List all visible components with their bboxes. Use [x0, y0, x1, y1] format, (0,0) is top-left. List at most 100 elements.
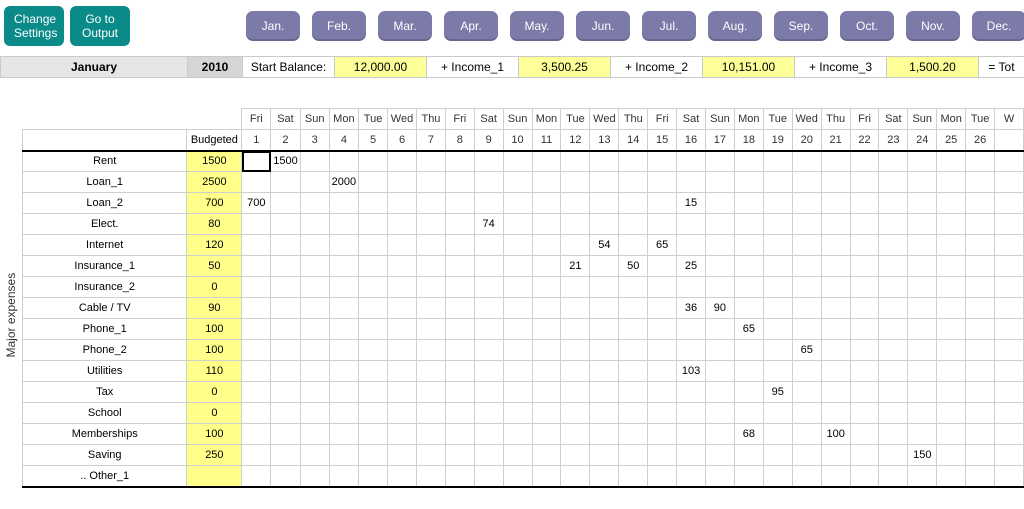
grid-cell[interactable] [792, 466, 821, 487]
grid-cell[interactable] [937, 256, 966, 277]
grid-cell[interactable] [677, 151, 706, 172]
grid-cell[interactable] [648, 445, 677, 466]
grid-cell[interactable] [417, 298, 446, 319]
grid-cell[interactable] [271, 172, 300, 193]
grid-cell[interactable] [474, 172, 503, 193]
grid-cell[interactable] [329, 340, 358, 361]
grid-cell[interactable] [359, 193, 388, 214]
grid-cell[interactable] [532, 172, 561, 193]
grid-cell[interactable] [445, 424, 474, 445]
grid-cell[interactable] [561, 403, 590, 424]
grid-cell[interactable] [648, 193, 677, 214]
grid-cell[interactable] [995, 319, 1024, 340]
grid-cell[interactable] [561, 319, 590, 340]
grid-cell[interactable] [619, 277, 648, 298]
grid-cell[interactable] [734, 214, 763, 235]
grid-cell[interactable] [966, 214, 995, 235]
grid-cell[interactable] [734, 298, 763, 319]
grid-cell[interactable] [648, 214, 677, 235]
grid-cell[interactable]: 90 [705, 298, 734, 319]
grid-cell[interactable] [242, 340, 271, 361]
grid-cell[interactable] [705, 235, 734, 256]
grid-cell[interactable] [445, 340, 474, 361]
grid-cell[interactable] [532, 319, 561, 340]
grid-cell[interactable] [561, 424, 590, 445]
grid-cell[interactable] [734, 256, 763, 277]
month-tab-mar[interactable]: Mar. [378, 11, 432, 41]
grid-cell[interactable] [474, 235, 503, 256]
grid-cell[interactable] [474, 277, 503, 298]
go-to-output-button[interactable]: Go toOutput [70, 6, 130, 46]
grid-cell[interactable] [329, 319, 358, 340]
grid-cell[interactable] [966, 193, 995, 214]
grid-cell[interactable] [937, 361, 966, 382]
grid-cell[interactable] [474, 382, 503, 403]
grid-cell[interactable] [648, 277, 677, 298]
grid-cell[interactable] [879, 277, 908, 298]
grid-cell[interactable] [705, 277, 734, 298]
grid-cell[interactable] [792, 382, 821, 403]
grid-cell[interactable] [705, 340, 734, 361]
grid-cell[interactable] [966, 319, 995, 340]
grid-cell[interactable] [821, 403, 850, 424]
grid-cell[interactable]: 65 [792, 340, 821, 361]
grid-cell[interactable] [763, 340, 792, 361]
month-tab-sep[interactable]: Sep. [774, 11, 828, 41]
grid-cell[interactable] [850, 298, 879, 319]
grid-cell[interactable] [792, 277, 821, 298]
grid-cell[interactable] [445, 466, 474, 487]
income2-value[interactable]: 10,151.00 [703, 57, 795, 77]
grid-cell[interactable] [417, 403, 446, 424]
grid-cell[interactable]: 25 [677, 256, 706, 277]
grid-cell[interactable] [561, 193, 590, 214]
grid-cell[interactable] [590, 361, 619, 382]
grid-cell[interactable] [417, 235, 446, 256]
grid-cell[interactable] [590, 424, 619, 445]
grid-cell[interactable] [445, 151, 474, 172]
grid-cell[interactable] [792, 214, 821, 235]
grid-cell[interactable] [359, 340, 388, 361]
month-tab-apr[interactable]: Apr. [444, 11, 498, 41]
grid-cell[interactable] [445, 361, 474, 382]
grid-cell[interactable] [300, 172, 329, 193]
grid-cell[interactable] [821, 361, 850, 382]
grid-cell[interactable] [908, 151, 937, 172]
grid-cell[interactable] [329, 466, 358, 487]
grid-cell[interactable] [995, 193, 1024, 214]
grid-cell[interactable] [271, 382, 300, 403]
month-tab-dec[interactable]: Dec. [972, 11, 1024, 41]
grid-cell[interactable] [619, 298, 648, 319]
grid-cell[interactable] [561, 277, 590, 298]
grid-cell[interactable] [417, 256, 446, 277]
grid-cell[interactable] [417, 340, 446, 361]
grid-cell[interactable] [503, 235, 532, 256]
expense-grid[interactable]: FriSatSunMonTueWedThuFriSatSunMonTueWedT… [22, 108, 1024, 488]
grid-cell[interactable]: 150 [908, 445, 937, 466]
grid-cell[interactable] [300, 340, 329, 361]
grid-cell[interactable] [908, 382, 937, 403]
grid-cell[interactable] [705, 172, 734, 193]
grid-cell[interactable] [503, 214, 532, 235]
grid-cell[interactable] [821, 340, 850, 361]
grid-cell[interactable] [821, 277, 850, 298]
grid-cell[interactable] [705, 403, 734, 424]
grid-cell[interactable] [705, 256, 734, 277]
grid-cell[interactable] [503, 319, 532, 340]
grid-cell[interactable] [271, 319, 300, 340]
grid-cell[interactable] [821, 445, 850, 466]
grid-cell[interactable] [590, 445, 619, 466]
income1-value[interactable]: 3,500.25 [519, 57, 611, 77]
grid-cell[interactable] [388, 151, 417, 172]
change-settings-button[interactable]: ChangeSettings [4, 6, 64, 46]
grid-cell[interactable] [329, 256, 358, 277]
grid-cell[interactable] [908, 172, 937, 193]
grid-cell[interactable] [242, 172, 271, 193]
grid-cell[interactable] [908, 193, 937, 214]
grid-cell[interactable] [705, 214, 734, 235]
budget-cell[interactable]: 0 [187, 277, 242, 298]
grid-cell[interactable] [271, 445, 300, 466]
grid-cell[interactable] [590, 193, 619, 214]
grid-cell[interactable] [300, 277, 329, 298]
grid-cell[interactable] [445, 235, 474, 256]
grid-cell[interactable] [503, 445, 532, 466]
